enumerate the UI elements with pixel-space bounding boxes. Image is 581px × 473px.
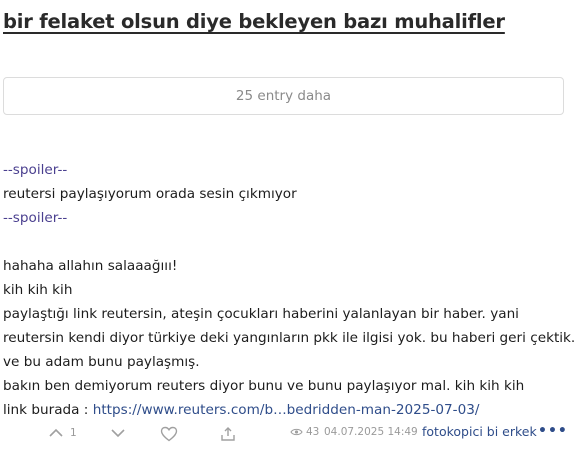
entry-content: --spoiler-- reutersi paylaşıyorum orada …: [3, 158, 577, 422]
entry-line: reutersin kendi diyor türkiye deki yangı…: [3, 330, 576, 346]
upvote-button[interactable]: 1: [48, 426, 77, 440]
more-options-icon[interactable]: •••: [538, 423, 568, 439]
topic-title[interactable]: bir felaket olsun diye bekleyen bazı muh…: [3, 10, 505, 33]
reuters-link[interactable]: https://www.reuters.com/b…bedridden-man-…: [93, 402, 480, 418]
upvote-icon: [48, 426, 64, 440]
entry-line: bakın ben demiyorum reuters diyor bunu v…: [3, 378, 525, 394]
view-count: 43: [290, 426, 319, 438]
share-icon: [220, 426, 236, 442]
downvote-button[interactable]: [110, 426, 126, 440]
spoiler-open-toggle[interactable]: --spoiler--: [3, 162, 67, 178]
link-prefix: link burada :: [3, 402, 93, 418]
entry-line: paylaştığı link reutersin, ateşin çocukl…: [3, 306, 519, 322]
entry-date[interactable]: 04.07.2025 14:49: [324, 426, 418, 438]
author-link[interactable]: fotokopici bi erkek: [422, 424, 537, 439]
entry-line: ve bu adam bunu paylaşmış.: [3, 354, 200, 370]
share-button[interactable]: [220, 426, 236, 442]
entry-line: kih kih kih: [3, 282, 73, 298]
entry-footer: 1 43 04.07.2025 14:49 fotokopici bi erke…: [0, 423, 581, 448]
entry-line: hahaha allahın salaaağııı!: [3, 258, 178, 274]
favorite-button[interactable]: [160, 426, 178, 442]
views-value: 43: [306, 426, 320, 438]
eye-icon: [290, 427, 303, 437]
spoiler-text: reutersi paylaşıyorum orada sesin çıkmıy…: [3, 186, 297, 202]
upvote-count: 1: [70, 427, 77, 439]
favorite-icon: [160, 426, 178, 442]
downvote-icon: [110, 426, 126, 440]
spoiler-close-toggle[interactable]: --spoiler--: [3, 210, 67, 226]
more-entries-button[interactable]: 25 entry daha: [3, 77, 564, 115]
